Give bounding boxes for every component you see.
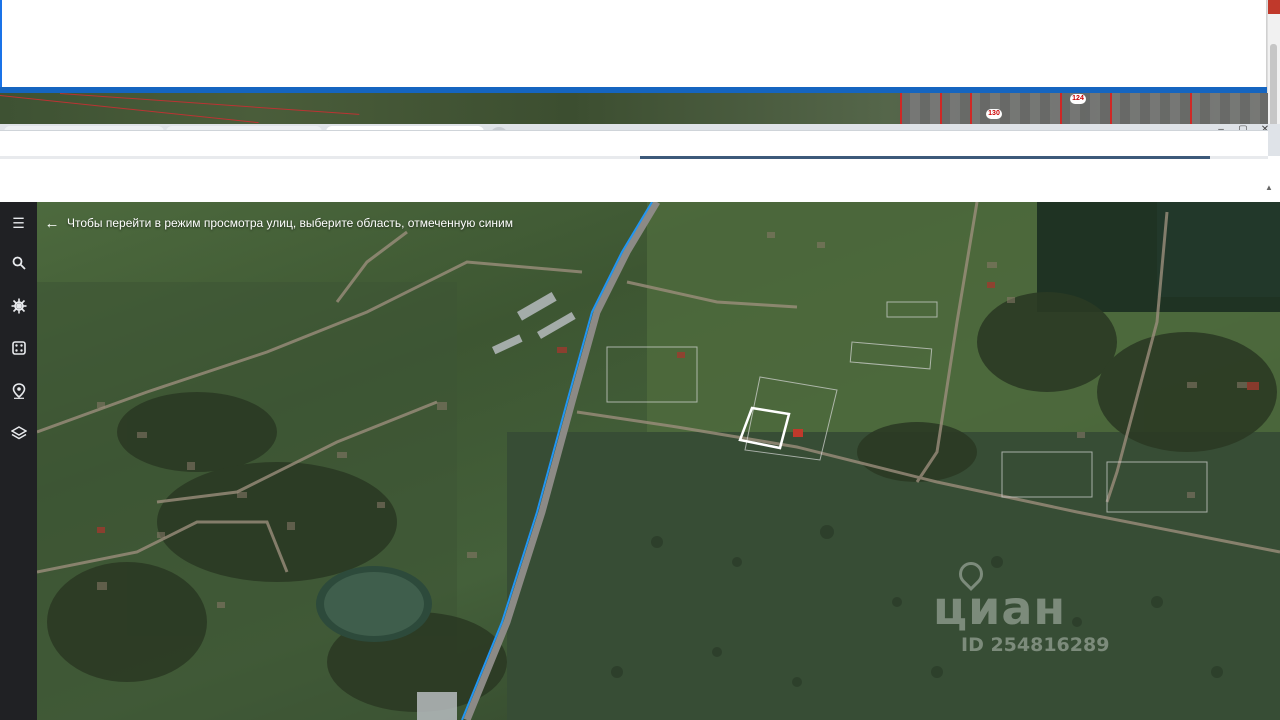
boundary-line xyxy=(900,93,902,126)
boundary-line xyxy=(970,93,972,126)
scroll-arrow-icon[interactable]: ▲ xyxy=(1264,181,1274,195)
boundary-line xyxy=(1110,93,1112,126)
loading-bar xyxy=(640,156,1210,159)
browser-toolbar: ▲ xyxy=(0,156,1280,202)
layers-icon[interactable] xyxy=(8,425,29,446)
left-edge-bar xyxy=(0,0,2,88)
map-pin-icon[interactable] xyxy=(8,383,29,404)
top-blank-area xyxy=(0,0,1268,88)
cadastral-map-strip: 130 124 xyxy=(0,93,1268,126)
earth-sidebar: ☰ xyxy=(0,202,37,720)
arrow-left-icon[interactable]: ← xyxy=(37,215,67,232)
boundary-line xyxy=(940,93,942,126)
boundary-line xyxy=(0,95,259,124)
dice-icon[interactable] xyxy=(8,340,29,361)
address-bar[interactable] xyxy=(0,130,1268,157)
plot-number-label: 124 xyxy=(1070,94,1086,104)
menu-icon[interactable]: ☰ xyxy=(8,213,29,234)
boundary-line xyxy=(1060,93,1062,126)
satellite-map-view[interactable]: ← Чтобы перейти в режим просмотра улиц, … xyxy=(37,202,1280,720)
boundary-line xyxy=(1190,93,1192,126)
search-icon[interactable] xyxy=(8,255,29,276)
watermark-brand: циан xyxy=(933,581,1067,635)
watermark-listing-id: ID 254816289 xyxy=(961,634,1110,656)
plot-number-label: 130 xyxy=(986,109,1002,119)
boundary-line xyxy=(59,93,360,115)
ship-wheel-icon[interactable] xyxy=(8,298,29,319)
street-view-hint: ← Чтобы перейти в режим просмотра улиц, … xyxy=(37,210,514,236)
scrollbar-marker xyxy=(1268,0,1280,14)
cian-watermark: циан ID 254816289 xyxy=(931,557,1191,657)
street-view-hint-text: Чтобы перейти в режим просмотра улиц, вы… xyxy=(67,216,514,230)
